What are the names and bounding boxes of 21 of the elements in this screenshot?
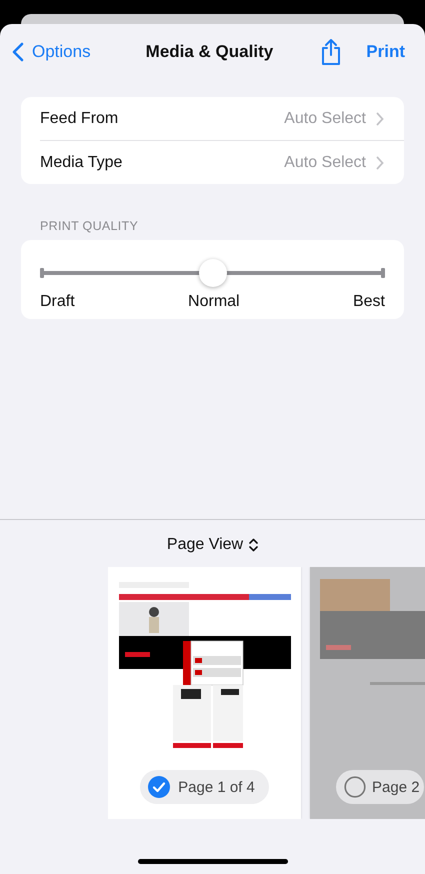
share-icon[interactable]	[320, 38, 342, 66]
slider-label: Draft	[40, 293, 75, 311]
back-button[interactable]: Options	[12, 42, 91, 62]
quality-slider[interactable]	[40, 259, 385, 287]
chevron-left-icon	[12, 42, 24, 62]
chevron-right-icon	[376, 156, 384, 170]
page-view-menu[interactable]: Page View	[166, 536, 258, 554]
chevron-right-icon	[376, 112, 384, 126]
settings-row[interactable]: Media Type Auto Select	[21, 141, 404, 184]
slider-label: Best	[352, 293, 385, 311]
up-down-chevron-icon	[249, 538, 258, 552]
page-label[interactable]: Page 2	[336, 770, 424, 804]
print-button[interactable]: Print	[366, 42, 405, 62]
section-header: PRINT QUALITY	[40, 219, 140, 233]
slider-thumb[interactable]	[198, 259, 226, 287]
settings-row[interactable]: Feed From Auto Select	[21, 97, 404, 140]
page-thumbnail[interactable]: Page 2	[310, 567, 425, 819]
page-thumbnail[interactable]: Page 1 of 4	[108, 567, 301, 819]
slider-label: Normal	[188, 293, 240, 311]
nav-title: Media & Quality	[144, 42, 274, 62]
page-label[interactable]: Page 1 of 4	[140, 770, 269, 804]
